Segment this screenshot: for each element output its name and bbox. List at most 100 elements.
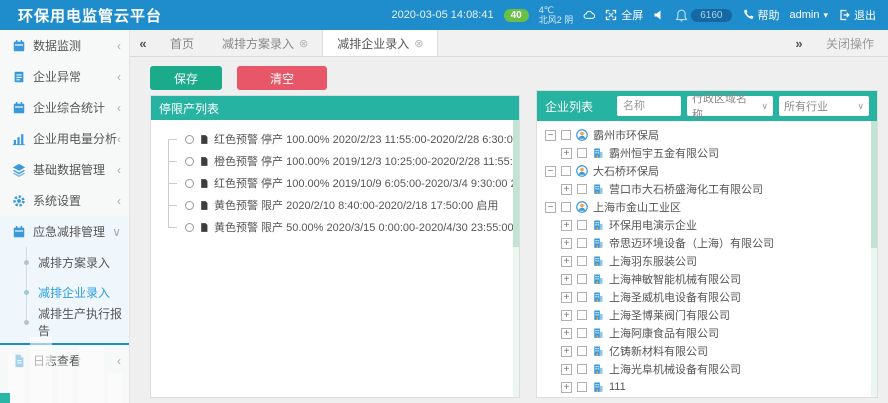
tree-row[interactable]: + 环保用电演示企业 — [545, 216, 867, 234]
tree-node-label: 帝思迈环境设备（上海）有限公司 — [609, 235, 774, 251]
sidebar-item-reduction-report[interactable]: 减排生产执行报告 — [0, 307, 129, 337]
sidebar-item-reduction-plan-entry[interactable]: 减排方案录入 — [0, 247, 129, 277]
sidebar-item-enterprise-abnormal[interactable]: 企业异常‹ — [0, 61, 129, 92]
scrollbar[interactable] — [513, 120, 519, 397]
tree-row[interactable]: +上海羽东服装公司 — [545, 252, 867, 270]
sidebar-item-enterprise-stats[interactable]: 企业综合统计‹ — [0, 92, 129, 123]
tree-row[interactable]: − 上海市金山工业区 — [545, 198, 867, 216]
checkbox[interactable] — [577, 274, 587, 284]
sidebar-item-log-view[interactable]: 日志查看‹ — [0, 345, 129, 376]
scrollbar[interactable] — [871, 121, 877, 397]
expand-icon[interactable]: + — [561, 310, 572, 321]
production-limit-panel-title: 停限产列表 — [159, 100, 219, 117]
tree-row[interactable]: +111 — [545, 378, 867, 396]
help-button[interactable]: 帮助 — [742, 7, 780, 23]
logout-button[interactable]: 退出 — [838, 7, 876, 23]
sidebar-item-label: 减排生产执行报告 — [38, 305, 129, 339]
radio-button[interactable] — [185, 201, 194, 210]
tree-row[interactable]: +霸州恒宇五金有限公司 — [545, 144, 867, 162]
tree-node-label: 环保用电演示企业 — [609, 217, 697, 233]
tree-row[interactable]: +营口市大石桥盛海化工有限公司 — [545, 180, 867, 198]
list-item[interactable]: 黄色预警 限产 2020/2/10 8:40:00-2020/2/18 17:5… — [161, 194, 515, 216]
radio-button[interactable] — [185, 135, 194, 144]
tabs-scroll-left-icon[interactable]: « — [130, 30, 156, 56]
chevron-left-icon: ‹ — [117, 163, 121, 177]
tree-row[interactable]: +上海神敏智能机械有限公司 — [545, 270, 867, 288]
collapse-icon[interactable]: − — [545, 166, 556, 177]
tabs-scroll-right-icon[interactable]: » — [786, 36, 812, 51]
name-search-input[interactable] — [617, 96, 681, 116]
expand-icon[interactable]: + — [561, 292, 572, 303]
tree-row[interactable]: −霸州市环保局 — [545, 126, 867, 144]
checkbox[interactable] — [577, 364, 587, 374]
sidebar-item-power-analysis[interactable]: 企业用电量分析‹ — [0, 123, 129, 154]
checkbox[interactable] — [561, 166, 571, 176]
list-item[interactable]: 橙色预警 停产 100.00% 2019/12/3 10:25:00-2020/… — [161, 150, 515, 172]
close-operations-button[interactable]: 关闭操作 — [812, 35, 888, 52]
sidebar-item-emergency-reduction[interactable]: 应急减排管理∨ — [0, 216, 129, 247]
checkbox[interactable] — [577, 328, 587, 338]
sidebar-item-base-data[interactable]: 基础数据管理‹ — [0, 154, 129, 185]
expand-icon[interactable]: + — [561, 346, 572, 357]
expand-icon[interactable]: + — [561, 382, 572, 393]
close-icon[interactable]: ⊗ — [299, 37, 308, 50]
tree-row[interactable]: +上海圣博莱阀门有限公司 — [545, 306, 867, 324]
checkbox[interactable] — [561, 202, 571, 212]
region-select[interactable]: 行政区域名称 ∨ — [687, 96, 773, 116]
calendar-icon — [12, 39, 26, 53]
checkbox[interactable] — [577, 256, 587, 266]
company-icon — [592, 255, 604, 267]
tree-row[interactable]: + 帝思迈环境设备（上海）有限公司 — [545, 234, 867, 252]
expand-icon[interactable]: + — [561, 364, 572, 375]
sidebar-item-data-monitor[interactable]: 数据监测‹ — [0, 30, 129, 61]
collapse-icon[interactable]: − — [545, 202, 556, 213]
collapse-icon[interactable]: − — [545, 130, 556, 141]
expand-icon[interactable]: + — [561, 256, 572, 267]
expand-icon[interactable]: + — [561, 220, 572, 231]
fullscreen-button[interactable]: 全屏 — [605, 7, 643, 23]
checkbox[interactable] — [577, 292, 587, 302]
save-button[interactable]: 保存 — [150, 66, 222, 90]
checkbox[interactable] — [577, 148, 587, 158]
expand-icon[interactable]: + — [561, 184, 572, 195]
tab-reduction-enterprise-entry[interactable]: 减排企业录入⊗ — [322, 30, 438, 56]
sidebar-item-reduction-enterprise-entry[interactable]: 减排企业录入 — [0, 277, 129, 307]
checkbox[interactable] — [577, 346, 587, 356]
expand-icon[interactable]: + — [561, 238, 572, 249]
checkbox[interactable] — [577, 382, 587, 392]
list-item[interactable]: 黄色预警 限产 50.00% 2020/3/15 0:00:00-2020/4/… — [161, 216, 515, 238]
close-icon[interactable]: ⊗ — [414, 37, 423, 50]
list-item[interactable]: 红色预警 停产 100.00% 2019/10/9 6:05:00-2020/3… — [161, 172, 515, 194]
notification-button[interactable]: 6160 — [675, 9, 731, 22]
expand-icon[interactable]: + — [561, 328, 572, 339]
tree-row[interactable]: +上海圣威机电设备有限公司 — [545, 288, 867, 306]
tree-row[interactable]: −大石桥环保局 — [545, 162, 867, 180]
tree-row[interactable]: +亿铸新材料有限公司 — [545, 342, 867, 360]
checkbox[interactable] — [577, 184, 587, 194]
corner-decoration — [0, 393, 10, 403]
tree-row[interactable]: −上海安科瑞电气 — [545, 396, 867, 397]
tab-home[interactable]: 首页 — [156, 30, 208, 56]
checkbox[interactable] — [561, 130, 571, 140]
checkbox[interactable] — [577, 310, 587, 320]
expand-icon[interactable]: + — [561, 274, 572, 285]
industry-select[interactable]: 所有行业 ∨ — [779, 96, 869, 116]
tree-row[interactable]: +上海光阜机械设备有限公司 — [545, 360, 867, 378]
user-menu[interactable]: admin ▾ — [790, 9, 829, 21]
radio-button[interactable] — [185, 179, 194, 188]
tree-node-label: 上海市金山工业区 — [593, 199, 681, 215]
tree-row[interactable]: +上海阿康食品有限公司 — [545, 324, 867, 342]
radio-button[interactable] — [185, 223, 194, 232]
tab-reduction-plan-entry[interactable]: 减排方案录入⊗ — [208, 30, 322, 56]
tab-label: 首页 — [170, 35, 194, 52]
sidebar-item-label: 数据监测 — [33, 37, 117, 54]
expand-icon[interactable]: + — [561, 148, 572, 159]
sidebar-item-system-settings[interactable]: 系统设置‹ — [0, 185, 129, 216]
list-item[interactable]: 红色预警 停产 100.00% 2020/2/23 11:55:00-2020/… — [161, 128, 515, 150]
clear-button[interactable]: 清空 — [237, 66, 327, 90]
checkbox[interactable] — [577, 220, 587, 230]
speaker-icon[interactable] — [653, 9, 665, 21]
radio-button[interactable] — [185, 157, 194, 166]
bullet-icon — [24, 260, 29, 265]
checkbox[interactable] — [577, 238, 587, 248]
